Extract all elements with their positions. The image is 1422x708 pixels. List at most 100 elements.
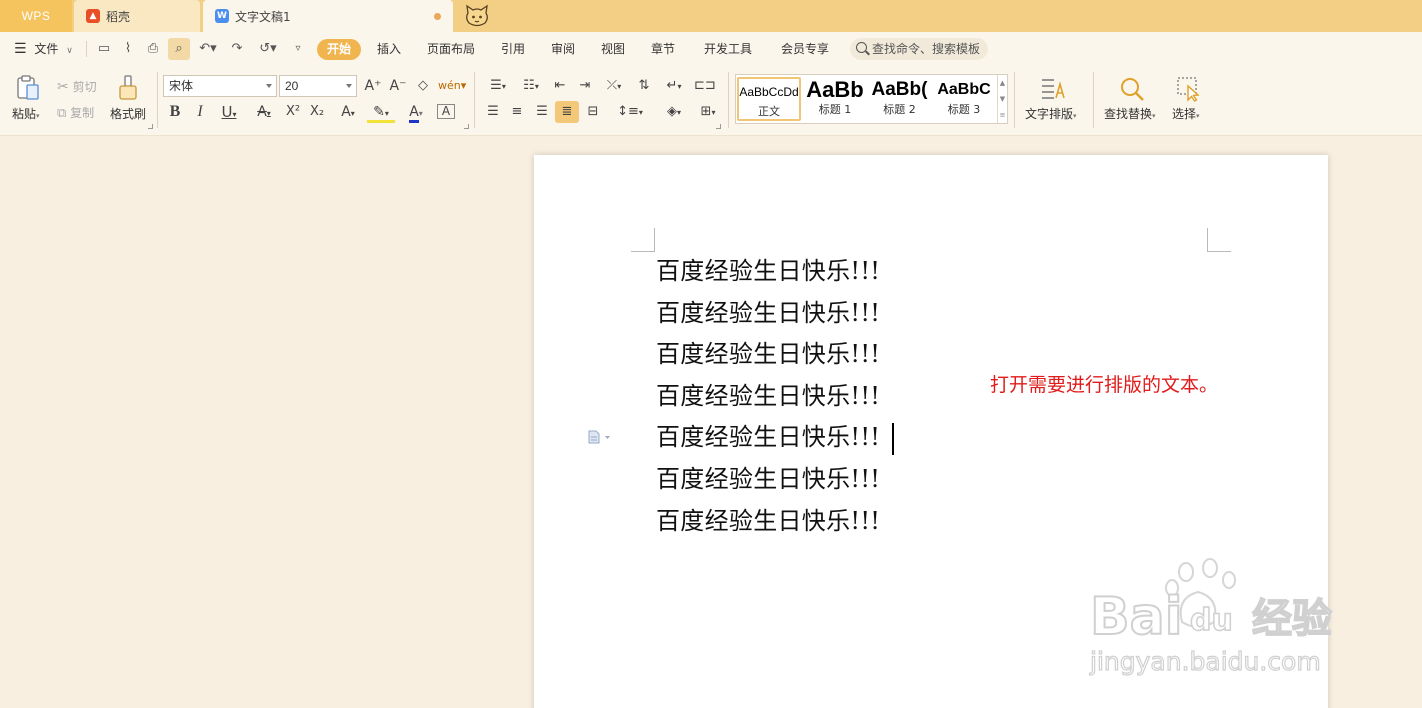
paragraph-handle-icon[interactable] <box>588 430 614 444</box>
style-heading-2-name: 标题 2 <box>883 103 916 116</box>
align-right-icon[interactable]: ☰ <box>533 104 551 120</box>
underline-icon[interactable]: U▾ <box>214 104 244 123</box>
character-border-icon[interactable]: A <box>437 104 455 119</box>
grow-font-icon[interactable]: A⁺ <box>364 78 382 94</box>
pinyin-guide-icon[interactable]: wén▾ <box>438 78 466 94</box>
clipboard-group-launcher-icon[interactable] <box>148 124 153 129</box>
paragraph-mark-icon[interactable]: ↵▾ <box>660 78 688 95</box>
copy-button[interactable]: ⧉ 复制 <box>57 104 94 121</box>
redo-icon[interactable]: ↷ <box>228 41 246 57</box>
align-justify-icon[interactable]: ≣ <box>555 101 579 123</box>
chevron-down-icon[interactable]: ▼ <box>998 91 1007 107</box>
subscript-icon[interactable]: X₂ <box>307 104 327 120</box>
cut-button[interactable]: ✂ 剪切 <box>57 78 97 95</box>
paragraph[interactable]: 百度经验生日快乐!!! <box>656 501 894 543</box>
style-heading-2[interactable]: AaBb( 标题 2 <box>868 77 931 121</box>
tab-member[interactable]: 会员专享 <box>781 32 829 66</box>
tab-page-layout[interactable]: 页面布局 <box>427 32 475 66</box>
find-replace-button[interactable]: 查找替换▾ <box>1104 105 1156 122</box>
strikethrough-icon[interactable]: A▾ <box>250 104 278 122</box>
customize-dropdown-icon[interactable]: ▿ <box>289 41 307 57</box>
font-name-select[interactable]: 宋体 <box>163 75 277 97</box>
file-menu[interactable]: ☰ 文件 ∨ <box>14 32 73 66</box>
select-button[interactable]: 选择▾ <box>1172 105 1200 122</box>
align-center-icon[interactable]: ≡ <box>508 104 526 120</box>
command-search[interactable]: 查找命令、搜索模板 <box>850 38 988 60</box>
daoke-icon: ▲ <box>86 9 100 23</box>
paragraph[interactable]: 百度经验生日快乐!!! <box>656 459 894 501</box>
text-effect-icon[interactable]: A▾ <box>334 104 362 122</box>
tab-references[interactable]: 引用 <box>501 32 525 66</box>
font-size-select[interactable]: 20 <box>279 75 357 97</box>
chinese-layout-icon[interactable]: ⤫▾ <box>600 78 628 95</box>
tab-chapter[interactable]: 章节 <box>651 32 675 66</box>
shading-icon[interactable]: ◈▾ <box>660 104 688 121</box>
shrink-font-icon[interactable]: A⁻ <box>389 78 407 94</box>
document-body[interactable]: 百度经验生日快乐!!! 百度经验生日快乐!!! 百度经验生日快乐!!! 百度经验… <box>656 251 895 543</box>
paste-icon[interactable] <box>16 74 42 102</box>
line-spacing-icon[interactable]: ↕≡▾ <box>616 104 644 121</box>
sort-icon[interactable]: ⇅ <box>634 78 654 94</box>
decrease-indent-icon[interactable]: ⇤ <box>551 78 569 94</box>
numbered-list-icon[interactable]: ☷▾ <box>517 78 545 95</box>
bold-icon[interactable]: B <box>166 104 184 120</box>
italic-icon[interactable]: I <box>191 104 209 120</box>
font-group-launcher-icon[interactable] <box>464 124 469 129</box>
print-icon[interactable]: ⎙ <box>144 41 162 57</box>
style-heading-2-preview: AaBb( <box>871 79 928 100</box>
select-cursor-icon[interactable] <box>1176 76 1202 102</box>
caret-down-icon: ▾ <box>36 112 40 120</box>
select-label: 选择 <box>1172 107 1197 121</box>
mascot-icon[interactable] <box>464 4 490 28</box>
font-color-icon[interactable]: A▾ <box>402 104 430 123</box>
copy-label: 复制 <box>70 106 95 120</box>
print-preview-icon[interactable]: ⌕ <box>168 38 190 60</box>
paragraph-group-launcher-icon[interactable] <box>716 124 721 129</box>
gallery-expand-icon[interactable]: ≡ <box>998 107 1007 123</box>
save-icon[interactable]: ▭ <box>95 41 113 57</box>
paragraph[interactable]: 百度经验生日快乐!!! <box>656 293 894 335</box>
text-layout-icon[interactable] <box>1040 76 1066 102</box>
tab-view[interactable]: 视图 <box>601 32 625 66</box>
superscript-icon[interactable]: X² <box>283 104 303 120</box>
tab-insert[interactable]: 插入 <box>377 32 401 66</box>
paragraph[interactable]: 百度经验生日快乐!!! <box>656 376 894 418</box>
bullet-list-icon[interactable]: ☰▾ <box>484 78 512 95</box>
tab-start[interactable]: 开始 <box>317 39 362 60</box>
borders-icon[interactable]: ⊞▾ <box>694 104 722 121</box>
paragraph-active[interactable]: 百度经验生日快乐!!! <box>656 417 895 459</box>
format-brush-icon[interactable]: ⌇ <box>119 41 137 57</box>
paragraph[interactable]: 百度经验生日快乐!!! <box>656 251 894 293</box>
paragraph[interactable]: 百度经验生日快乐!!! <box>656 334 894 376</box>
format-painter-button[interactable]: 格式刷 <box>110 105 146 122</box>
text-layout-button[interactable]: 文字排版▾ <box>1025 105 1077 122</box>
magnifier-icon[interactable] <box>1119 76 1145 102</box>
clear-format-icon[interactable]: ◇ <box>414 78 432 94</box>
tab-daoke[interactable]: ▲ 稻壳 <box>74 0 200 32</box>
repeat-icon[interactable]: ↺▾ <box>255 41 281 57</box>
search-icon <box>856 42 867 53</box>
style-heading-1-name: 标题 1 <box>818 103 852 116</box>
tab-wps-home[interactable]: WPS <box>0 0 72 32</box>
title-bar: WPS ▲ 稻壳 W 文字文稿1 <box>0 0 1422 32</box>
instruction-annotation: 打开需要进行排版的文本。 <box>990 374 1219 396</box>
highlight-icon[interactable]: ✎▾ <box>367 104 395 123</box>
style-heading-1[interactable]: AaBb 标题 1 <box>803 77 867 121</box>
tab-daoke-label: 稻壳 <box>106 9 131 24</box>
paste-button[interactable]: 粘贴▾ <box>12 105 40 122</box>
tab-wps-label: WPS <box>21 9 51 23</box>
tab-document[interactable]: W 文字文稿1 <box>203 0 453 32</box>
increase-indent-icon[interactable]: ⇥ <box>576 78 594 94</box>
chevron-up-icon[interactable]: ▲ <box>998 75 1007 91</box>
tab-developer[interactable]: 开发工具 <box>704 32 752 66</box>
format-painter-icon[interactable] <box>118 74 140 102</box>
align-left-icon[interactable]: ☰ <box>484 104 502 120</box>
undo-icon[interactable]: ↶▾ <box>195 41 221 57</box>
tab-stop-icon[interactable]: ⊏⊐ <box>694 78 716 94</box>
style-gallery-scroll[interactable]: ▲ ▼ ≡ <box>997 75 1007 123</box>
hamburger-icon: ☰ <box>14 41 27 57</box>
distributed-align-icon[interactable]: ⊟ <box>584 104 602 120</box>
tab-review[interactable]: 审阅 <box>551 32 575 66</box>
style-normal[interactable]: AaBbCcDd 正文 <box>737 77 801 121</box>
style-heading-3[interactable]: AaBbC 标题 3 <box>932 77 996 121</box>
